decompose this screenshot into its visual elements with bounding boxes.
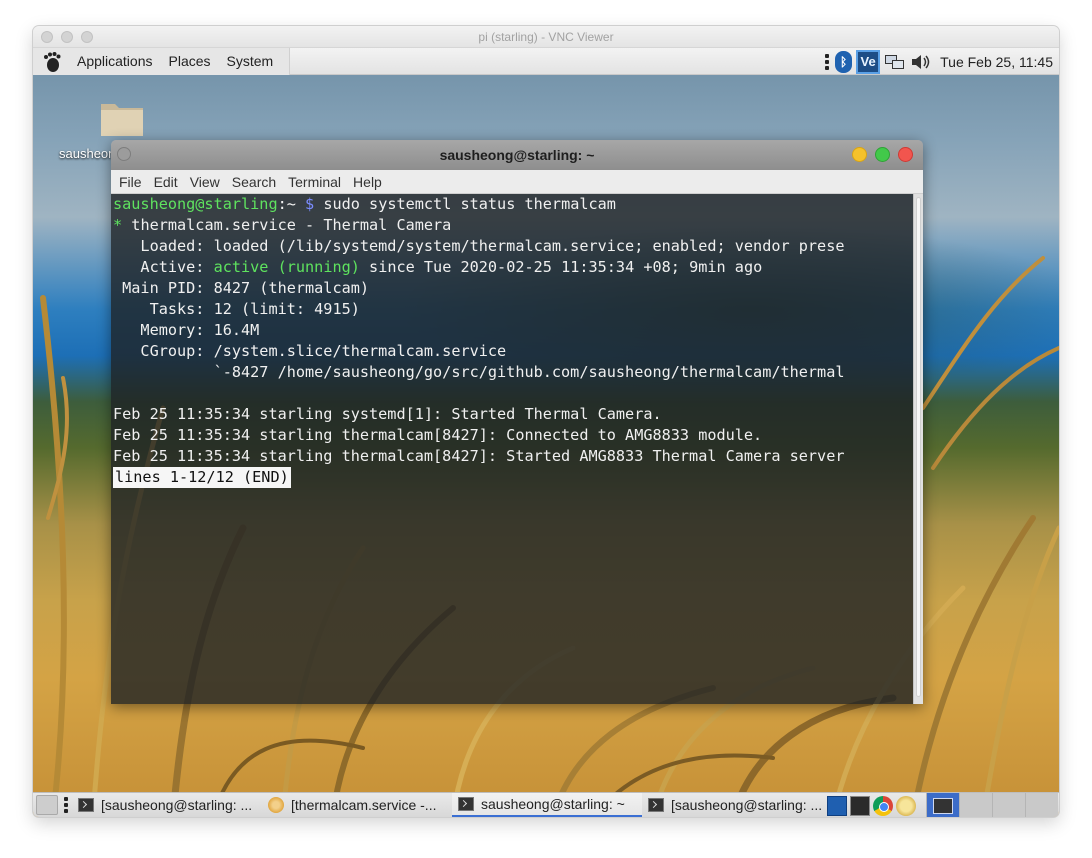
terminal-icon: [78, 798, 94, 812]
text-editor-icon[interactable]: [827, 795, 847, 816]
quick-launchers: [827, 793, 916, 817]
remote-desktop[interactable]: Applications Places System ᛒ Ve Tue Feb …: [33, 48, 1059, 817]
taskbar-handle-icon[interactable]: [64, 797, 68, 813]
prompt-dollar: $: [305, 195, 315, 213]
minimize-button[interactable]: [852, 147, 867, 162]
maximize-button[interactable]: [875, 147, 890, 162]
active-label: Active:: [113, 258, 214, 276]
taskbar-task[interactable]: [sausheong@starling: ...: [642, 793, 832, 818]
cat-icon[interactable]: [896, 795, 916, 816]
terminal-icon: [458, 796, 474, 811]
log-line: Feb 25 11:35:34 starling systemd[1]: Sta…: [113, 405, 662, 423]
terminal-output[interactable]: sausheong@starling:~ $ sudo systemctl st…: [111, 194, 913, 704]
service-name: thermalcam.service - Thermal Camera: [122, 216, 452, 234]
pager-status: lines 1-12/12 (END): [113, 467, 291, 488]
menu-places[interactable]: Places: [161, 48, 219, 75]
prompt-path: :~: [277, 195, 306, 213]
scrollbar-thumb[interactable]: [916, 197, 921, 697]
terminal-window-controls: [852, 147, 913, 162]
prompt-line: sausheong@starling:~ $ sudo systemctl st…: [113, 194, 913, 215]
menu-terminal[interactable]: Terminal: [282, 174, 347, 190]
show-desktop-icon[interactable]: [36, 795, 58, 815]
workspace-3[interactable]: [992, 793, 1025, 817]
taskbar-task[interactable]: [thermalcam.service -...: [262, 793, 452, 818]
vnc-server-icon[interactable]: Ve: [856, 49, 881, 74]
prompt-user: sausheong@starling: [113, 195, 278, 213]
panel-clock[interactable]: Tue Feb 25, 11:45: [940, 54, 1053, 70]
terminal-scrollbar[interactable]: [913, 194, 923, 704]
network-icon[interactable]: [884, 53, 906, 71]
menu-system[interactable]: System: [219, 48, 282, 75]
log-line: Feb 25 11:35:34 starling thermalcam[8427…: [113, 426, 763, 444]
volume-icon[interactable]: [910, 53, 932, 71]
close-button[interactable]: [898, 147, 913, 162]
task-label: [sausheong@starling: ...: [101, 797, 253, 813]
active-line: Active: active (running) since Tue 2020-…: [113, 257, 913, 278]
task-label: [thermalcam.service -...: [291, 797, 437, 813]
bluetooth-icon[interactable]: ᛒ: [835, 50, 853, 73]
vnc-titlebar[interactable]: pi (starling) - VNC Viewer: [33, 26, 1059, 48]
menu-applications[interactable]: Applications: [69, 48, 161, 75]
vnc-window-title: pi (starling) - VNC Viewer: [478, 30, 614, 44]
terminal-window: sausheong@starling: ~ File Edit View Sea…: [111, 140, 923, 704]
terminal-title: sausheong@starling: ~: [439, 147, 595, 163]
workspace-1[interactable]: [926, 793, 959, 817]
main-pid-line: Main PID: 8427 (thermalcam): [113, 279, 370, 297]
command-text: sudo systemctl status thermalcam: [314, 195, 616, 213]
service-line: * thermalcam.service - Thermal Camera: [113, 215, 913, 236]
terminal-titlebar[interactable]: sausheong@starling: ~: [111, 140, 923, 170]
active-state: active (running): [213, 258, 360, 276]
taskbar-task-active[interactable]: sausheong@starling: ~: [452, 792, 642, 817]
terminal-icon: [648, 798, 664, 812]
system-tray: ᛒ Ve Tue Feb 25, 11:45: [825, 48, 1053, 75]
terminal-launcher-icon[interactable]: [850, 795, 870, 816]
top-panel: Applications Places System ᛒ Ve Tue Feb …: [33, 48, 1059, 75]
panel-menu-area: Applications Places System: [33, 48, 291, 75]
tray-handle-icon[interactable]: [825, 53, 830, 70]
cgroup-line: CGroup: /system.slice/thermalcam.service: [113, 342, 507, 360]
menu-edit[interactable]: Edit: [148, 174, 184, 190]
taskbar-task[interactable]: [sausheong@starling: ...: [72, 793, 262, 818]
service-bullet: *: [113, 216, 123, 234]
terminal-menubar: File Edit View Search Terminal Help: [111, 170, 923, 194]
menu-search[interactable]: Search: [226, 174, 282, 190]
tasks-line: Tasks: 12 (limit: 4915): [113, 300, 360, 318]
workspace-switcher: [926, 793, 1058, 817]
task-label: [sausheong@starling: ...: [671, 797, 823, 813]
memory-line: Memory: 16.4M: [113, 321, 260, 339]
vnc-viewer-window: pi (starling) - VNC Viewer Applications …: [33, 26, 1059, 817]
menu-file[interactable]: File: [113, 174, 148, 190]
workspace-2[interactable]: [959, 793, 992, 817]
log-line: Feb 25 11:35:34 starling thermalcam[8427…: [113, 447, 845, 465]
pager-line: lines 1-12/12 (END): [113, 467, 913, 488]
menu-help[interactable]: Help: [347, 174, 388, 190]
bottom-taskbar: [sausheong@starling: ... [thermalcam.ser…: [33, 792, 1059, 817]
loaded-line: Loaded: loaded (/lib/systemd/system/ther…: [113, 237, 845, 255]
menu-view[interactable]: View: [184, 174, 226, 190]
folder-icon: [99, 98, 145, 138]
active-since: since Tue 2020-02-25 11:35:34 +08; 9min …: [359, 258, 763, 276]
cgroup-child-line: `-8427 /home/sausheong/go/src/github.com…: [113, 363, 845, 381]
gnome-foot-icon[interactable]: [41, 51, 63, 73]
workspace-4[interactable]: [1025, 793, 1058, 817]
chromium-icon[interactable]: [873, 795, 893, 816]
document-icon: [268, 797, 284, 813]
task-label: sausheong@starling: ~: [481, 795, 625, 812]
